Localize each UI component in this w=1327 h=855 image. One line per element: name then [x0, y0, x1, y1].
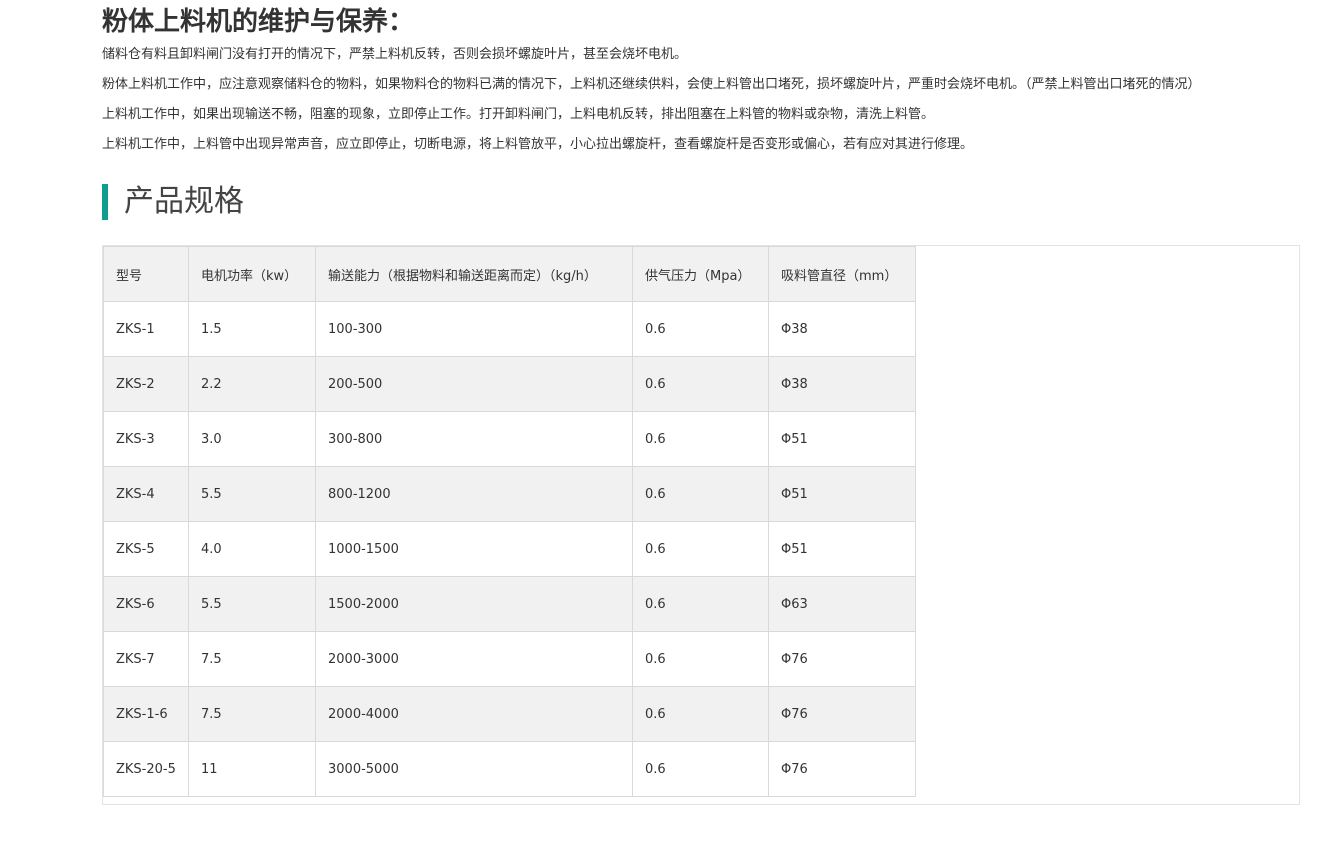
cell-pipe-diameter: Φ51	[768, 521, 916, 577]
cell-pressure: 0.6	[632, 466, 769, 522]
cell-pressure: 0.6	[632, 686, 769, 742]
header-cell-pressure: 供气压力（Mpa）	[632, 246, 769, 302]
cell-power: 3.0	[188, 411, 316, 467]
cell-capacity: 200-500	[315, 356, 633, 412]
cell-pipe-diameter: Φ51	[768, 466, 916, 522]
cell-pressure: 0.6	[632, 356, 769, 412]
cell-power: 7.5	[188, 631, 316, 687]
table-row: ZKS-4 5.5 800-1200 0.6 Φ51	[103, 466, 916, 522]
cell-pipe-diameter: Φ51	[768, 411, 916, 467]
cell-model: ZKS-7	[103, 631, 189, 687]
cell-pressure: 0.6	[632, 301, 769, 357]
section-accent-bar	[102, 184, 108, 220]
cell-power: 4.0	[188, 521, 316, 577]
cell-pipe-diameter: Φ38	[768, 356, 916, 412]
cell-pressure: 0.6	[632, 741, 769, 797]
cell-model: ZKS-5	[103, 521, 189, 577]
cell-model: ZKS-4	[103, 466, 189, 522]
table-header-row: 型号 电机功率（kw） 输送能力（根据物料和输送距离而定）（kg/h） 供气压力…	[103, 246, 916, 302]
cell-capacity: 3000-5000	[315, 741, 633, 797]
cell-pipe-diameter: Φ63	[768, 576, 916, 632]
cell-model: ZKS-6	[103, 576, 189, 632]
table-row: ZKS-5 4.0 1000-1500 0.6 Φ51	[103, 521, 916, 577]
table-row: ZKS-7 7.5 2000-3000 0.6 Φ76	[103, 631, 916, 687]
cell-power: 1.5	[188, 301, 316, 357]
header-cell-power: 电机功率（kw）	[188, 246, 316, 302]
cell-capacity: 1000-1500	[315, 521, 633, 577]
specs-section-heading: 产品规格	[102, 183, 244, 221]
cell-pipe-diameter: Φ38	[768, 301, 916, 357]
cell-model: ZKS-3	[103, 411, 189, 467]
maintenance-paragraph-2: 粉体上料机工作中，应注意观察储料仓的物料，如果物料仓的物料已满的情况下，上料机还…	[102, 77, 1201, 92]
cell-pressure: 0.6	[632, 521, 769, 577]
table-row: ZKS-3 3.0 300-800 0.6 Φ51	[103, 411, 916, 467]
maintenance-paragraph-1: 储料仓有料且卸料闸门没有打开的情况下，严禁上料机反转，否则会损坏螺旋叶片，甚至会…	[102, 47, 688, 62]
cell-capacity: 100-300	[315, 301, 633, 357]
cell-pipe-diameter: Φ76	[768, 631, 916, 687]
specs-table-container: 型号 电机功率（kw） 输送能力（根据物料和输送距离而定）（kg/h） 供气压力…	[102, 245, 1300, 805]
table-row: ZKS-6 5.5 1500-2000 0.6 Φ63	[103, 576, 916, 632]
cell-capacity: 800-1200	[315, 466, 633, 522]
maintenance-paragraph-3: 上料机工作中，如果出现输送不畅，阻塞的现象，立即停止工作。打开卸料闸门，上料电机…	[102, 107, 935, 122]
cell-power: 11	[188, 741, 316, 797]
maintenance-paragraph-4: 上料机工作中，上料管中出现异常声音，应立即停止，切断电源，将上料管放平，小心拉出…	[102, 137, 974, 152]
specs-section-title: 产品规格	[124, 184, 244, 219]
table-row: ZKS-1-6 7.5 2000-4000 0.6 Φ76	[103, 686, 916, 742]
cell-capacity: 300-800	[315, 411, 633, 467]
header-cell-model: 型号	[103, 246, 189, 302]
cell-power: 5.5	[188, 466, 316, 522]
cell-pressure: 0.6	[632, 631, 769, 687]
header-cell-pipe-diameter: 吸料管直径（mm）	[768, 246, 916, 302]
cell-pipe-diameter: Φ76	[768, 741, 916, 797]
table-row: ZKS-20-5 11 3000-5000 0.6 Φ76	[103, 741, 916, 797]
cell-model: ZKS-1	[103, 301, 189, 357]
cell-model: ZKS-20-5	[103, 741, 189, 797]
cell-capacity: 2000-4000	[315, 686, 633, 742]
cell-pressure: 0.6	[632, 576, 769, 632]
table-row: ZKS-2 2.2 200-500 0.6 Φ38	[103, 356, 916, 412]
cell-capacity: 2000-3000	[315, 631, 633, 687]
cell-pressure: 0.6	[632, 411, 769, 467]
table-row: ZKS-1 1.5 100-300 0.6 Φ38	[103, 301, 916, 357]
cell-pipe-diameter: Φ76	[768, 686, 916, 742]
cell-power: 7.5	[188, 686, 316, 742]
page: 粉体上料机的维护与保养： 储料仓有料且卸料闸门没有打开的情况下，严禁上料机反转，…	[0, 0, 1327, 855]
cell-capacity: 1500-2000	[315, 576, 633, 632]
maintenance-title: 粉体上料机的维护与保养：	[102, 7, 415, 37]
specs-table: 型号 电机功率（kw） 输送能力（根据物料和输送距离而定）（kg/h） 供气压力…	[103, 246, 916, 797]
header-cell-capacity: 输送能力（根据物料和输送距离而定）（kg/h）	[315, 246, 633, 302]
cell-model: ZKS-2	[103, 356, 189, 412]
cell-power: 2.2	[188, 356, 316, 412]
cell-power: 5.5	[188, 576, 316, 632]
cell-model: ZKS-1-6	[103, 686, 189, 742]
